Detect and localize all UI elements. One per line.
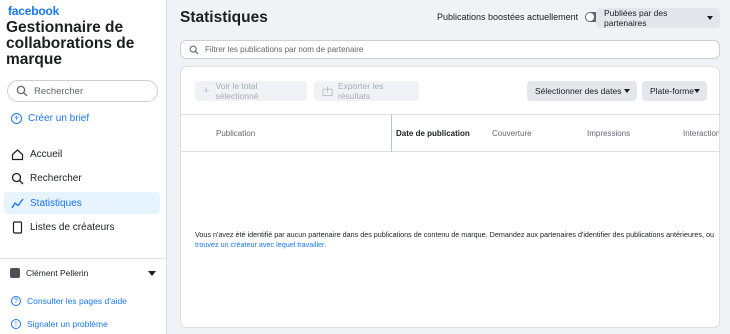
platform-label: Plate-forme bbox=[650, 86, 694, 96]
boosted-label: Publications boostées actuellement bbox=[437, 12, 579, 22]
sidebar-item-home[interactable]: Accueil bbox=[4, 143, 160, 165]
report-label: Signaler un problème bbox=[27, 319, 108, 329]
user-menu[interactable]: Clément Pellerin bbox=[10, 268, 156, 278]
select-dates-label: Sélectionner des dates bbox=[535, 86, 622, 96]
search-icon bbox=[11, 172, 24, 184]
column-header-date[interactable]: Date de publication bbox=[396, 129, 470, 138]
select-dates-dropdown[interactable]: Sélectionner des dates bbox=[527, 81, 637, 101]
chevron-down-icon bbox=[694, 89, 700, 93]
chevron-down-icon bbox=[624, 89, 630, 93]
sidebar-search-input[interactable] bbox=[34, 85, 144, 97]
empty-state-message: Vous n'avez été identifié par aucun part… bbox=[195, 230, 714, 239]
sidebar-item-label: Statistiques bbox=[30, 197, 82, 209]
partner-filter-input[interactable] bbox=[205, 45, 705, 54]
sidebar: facebook Gestionnaire de collaborations … bbox=[0, 0, 167, 334]
sidebar-search[interactable] bbox=[7, 80, 158, 102]
export-label: Exporter les résultats bbox=[337, 81, 384, 101]
plus-circle-icon: + bbox=[11, 113, 22, 124]
list-icon bbox=[12, 220, 23, 234]
insights-icon bbox=[11, 198, 24, 208]
report-problem-link[interactable]: ! Signaler un problème bbox=[11, 319, 108, 329]
sidebar-item-insights[interactable]: Statistiques bbox=[4, 192, 160, 214]
find-creator-link[interactable]: trouvez un créateur avec lequel travaill… bbox=[195, 240, 715, 250]
chevron-down-icon bbox=[707, 16, 713, 20]
create-brief-label: Créer un brief bbox=[28, 113, 90, 124]
create-brief-link[interactable]: + Créer un brief bbox=[11, 113, 89, 124]
export-icon bbox=[322, 86, 333, 97]
partner-filter[interactable] bbox=[180, 40, 720, 59]
page-title: Statistiques bbox=[180, 9, 268, 26]
sidebar-item-label: Accueil bbox=[30, 148, 63, 160]
partners-filter-dropdown[interactable]: Publiées par des partenaires bbox=[596, 8, 720, 28]
home-icon bbox=[11, 148, 24, 160]
sidebar-divider bbox=[0, 258, 166, 259]
help-icon: ? bbox=[11, 296, 21, 306]
chevron-down-icon bbox=[148, 270, 156, 276]
export-button[interactable]: Exporter les résultats bbox=[314, 81, 419, 101]
plus-icon: + bbox=[203, 85, 210, 97]
column-header-interactions[interactable]: Interactions bbox=[683, 129, 719, 138]
insights-card: + Voir le total sélectionné Exporter les… bbox=[180, 66, 720, 328]
search-icon bbox=[16, 85, 28, 97]
help-label: Consulter les pages d'aide bbox=[27, 296, 127, 306]
boosted-posts-toggle-row: Publications boostées actuellement bbox=[437, 12, 606, 22]
platform-dropdown[interactable]: Plate-forme bbox=[642, 81, 707, 101]
sidebar-item-label: Rechercher bbox=[30, 172, 82, 184]
sidebar-item-creator-lists[interactable]: Listes de créateurs bbox=[4, 216, 160, 238]
column-header-impressions[interactable]: Impressions bbox=[587, 129, 630, 138]
app-title: Gestionnaire de collaborations de marque bbox=[6, 19, 135, 68]
table-header: Publication Date de publication Couvertu… bbox=[181, 114, 719, 152]
partners-filter-label: Publiées par des partenaires bbox=[604, 8, 668, 28]
user-name: Clément Pellerin bbox=[26, 268, 89, 278]
search-icon bbox=[189, 45, 199, 55]
column-divider bbox=[391, 115, 392, 152]
column-header-reach[interactable]: Couverture bbox=[492, 129, 532, 138]
facebook-logo[interactable]: facebook bbox=[8, 4, 59, 18]
avatar bbox=[10, 268, 20, 278]
empty-state: Vous n'avez été identifié par aucun part… bbox=[195, 230, 715, 250]
view-total-button[interactable]: + Voir le total sélectionné bbox=[195, 81, 307, 101]
sidebar-item-label: Listes de créateurs bbox=[30, 221, 115, 233]
warning-icon: ! bbox=[11, 319, 21, 329]
view-total-label: Voir le total sélectionné bbox=[215, 81, 259, 101]
sidebar-item-search[interactable]: Rechercher bbox=[4, 167, 160, 189]
help-link[interactable]: ? Consulter les pages d'aide bbox=[11, 296, 127, 306]
column-header-publication[interactable]: Publication bbox=[216, 129, 255, 138]
